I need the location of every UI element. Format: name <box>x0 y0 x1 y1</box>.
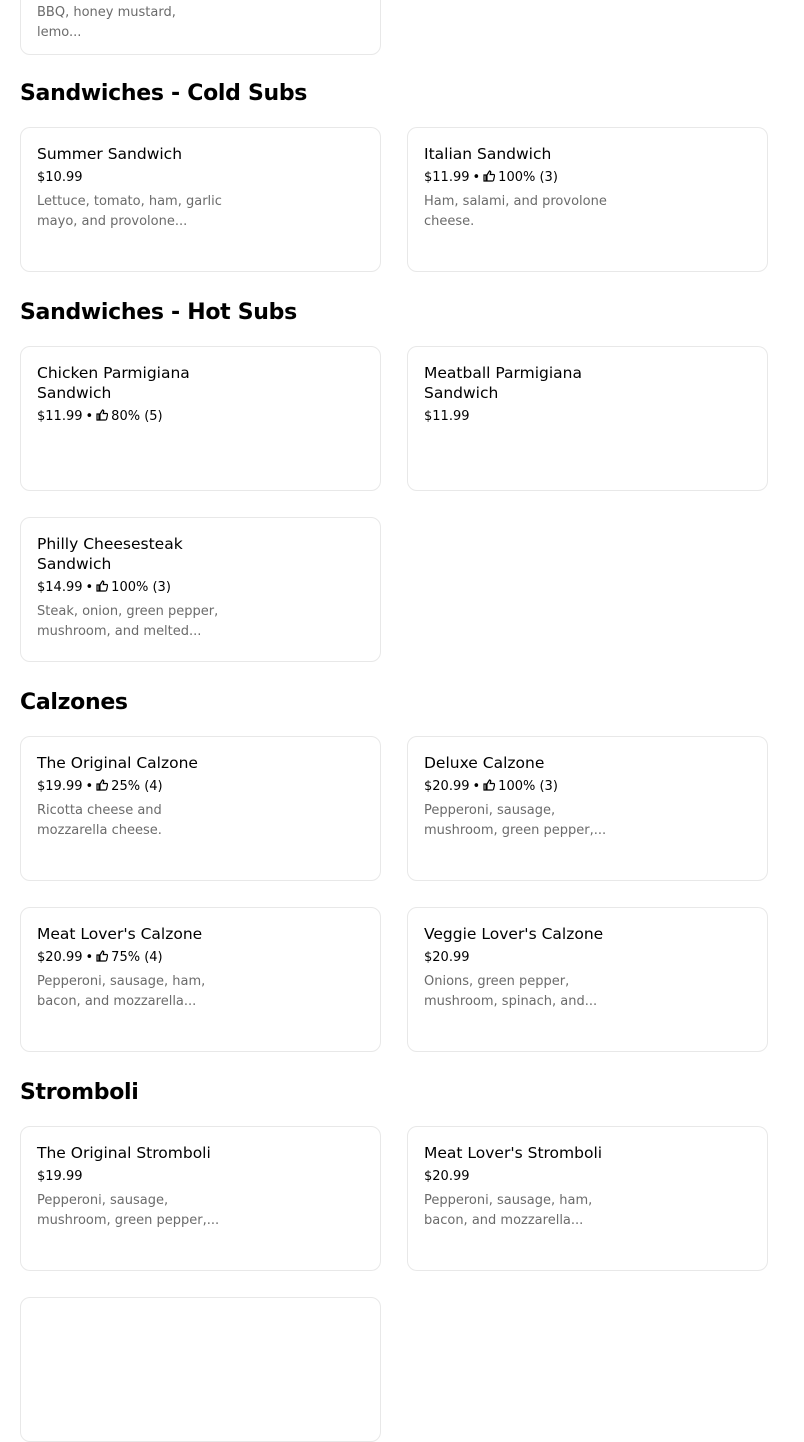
menu-item-italian-sandwich[interactable]: Italian Sandwich $11.99 • 100% (3) Ham, sa… <box>407 127 768 272</box>
separator-dot: • <box>85 580 94 595</box>
menu-item-rating: 100% (3) <box>111 580 171 595</box>
menu-item-description: Steak, onion, green pepper, mushroom, an… <box>37 604 219 639</box>
menu-item-name: Deluxe Calzone <box>424 754 545 772</box>
menu-item-veggie-lovers-calzone[interactable]: Veggie Lover's Calzone $20.99 Onions, gr… <box>407 907 768 1052</box>
menu-item-rating: 25% (4) <box>111 779 163 794</box>
menu-item-name: The Original Stromboli <box>37 1144 211 1162</box>
menu-item-price: $20.99 <box>424 779 470 794</box>
separator-dot: • <box>85 409 94 424</box>
menu-item-rating: 100% (3) <box>498 779 558 794</box>
menu-item-description: Pepperoni, sausage, mushroom, green pepp… <box>37 1193 220 1228</box>
menu-item-meta: $11.99 • 80% (5) <box>37 407 227 427</box>
thumbs-up-icon <box>96 579 109 592</box>
menu-item-meta: $20.99 • 100% (3) <box>424 777 614 797</box>
menu-item-meta: $20.99 • 75% (4) <box>37 948 227 968</box>
menu-item-name: Philly Cheesesteak Sandwich <box>37 535 183 573</box>
menu-item-description: Ricotta cheese and mozzarella cheese. <box>37 803 162 838</box>
menu-item-original-stromboli[interactable]: The Original Stromboli $19.99 Pepperoni,… <box>20 1126 381 1271</box>
section-title-hot-subs: Sandwiches - Hot Subs <box>20 300 297 325</box>
menu-item-meat-lovers-calzone[interactable]: Meat Lover's Calzone $20.99 • 75% (4) Pepp… <box>20 907 381 1052</box>
separator-dot: • <box>472 170 481 185</box>
menu-item-description: Ham, salami, and provolone cheese. <box>424 194 607 229</box>
separator-dot: • <box>85 950 94 965</box>
thumbs-up-icon <box>483 169 496 182</box>
menu-item-price: $19.99 <box>37 779 83 794</box>
separator-dot: • <box>472 779 481 794</box>
menu-item-meta: $20.99 <box>424 1167 614 1187</box>
menu-item-summer-sandwich[interactable]: Summer Sandwich $10.99 Lettuce, tomato, … <box>20 127 381 272</box>
separator-dot: • <box>85 779 94 794</box>
menu-item-rating: 100% (3) <box>498 170 558 185</box>
menu-item-meta: $14.99 • 100% (3) <box>37 578 227 598</box>
menu-item-meta: $11.99 <box>424 407 614 427</box>
menu-item-name: Chicken Parmigiana Sandwich <box>37 364 190 402</box>
menu-item-meta: $10.99 <box>37 168 227 188</box>
thumbs-up-icon <box>96 949 109 962</box>
menu-item-description: BBQ, honey mustard, lemo... <box>37 5 176 40</box>
menu-item-price: $20.99 <box>424 1169 470 1184</box>
menu-item-meta: $19.99 • 25% (4) <box>37 777 227 797</box>
menu-item-price: $11.99 <box>37 409 83 424</box>
menu-item-card[interactable]: BBQ, honey mustard, lemo... <box>20 0 381 55</box>
menu-item-name: Meatball Parmigiana Sandwich <box>424 364 582 402</box>
menu-item-price: $19.99 <box>37 1169 83 1184</box>
section-title-cold-subs: Sandwiches - Cold Subs <box>20 81 308 106</box>
menu-item-price: $20.99 <box>424 950 470 965</box>
menu-item-name: Meat Lover's Calzone <box>37 925 203 943</box>
menu-item-philly-cheesesteak-sandwich[interactable]: Philly Cheesesteak Sandwich $14.99 • 100% … <box>20 517 381 662</box>
menu-item-description: Pepperoni, sausage, ham, bacon, and mozz… <box>37 974 206 1009</box>
menu-item-description: Pepperoni, sausage, ham, bacon, and mozz… <box>424 1193 593 1228</box>
menu-item-name: Italian Sandwich <box>424 145 552 163</box>
menu-item-price: $20.99 <box>37 950 83 965</box>
menu-item-name: The Original Calzone <box>37 754 198 772</box>
section-title-stromboli: Stromboli <box>20 1080 139 1105</box>
menu-item-price: $14.99 <box>37 580 83 595</box>
menu-item-original-calzone[interactable]: The Original Calzone $19.99 • 25% (4) Rico… <box>20 736 381 881</box>
menu-item-meta: $20.99 <box>424 948 614 968</box>
menu-item-price: $11.99 <box>424 170 470 185</box>
section-title-calzones: Calzones <box>20 690 128 715</box>
menu-item-meat-lovers-stromboli[interactable]: Meat Lover's Stromboli $20.99 Pepperoni,… <box>407 1126 768 1271</box>
menu-item-name: Summer Sandwich <box>37 145 183 163</box>
menu-item-name: Meat Lover's Stromboli <box>424 1144 603 1162</box>
menu-item-description: Lettuce, tomato, ham, garlic mayo, and p… <box>37 194 222 229</box>
menu-item-description: Pepperoni, sausage, mushroom, green pepp… <box>424 803 607 838</box>
menu-item-rating: 80% (5) <box>111 409 163 424</box>
menu-item-description: Onions, green pepper, mushroom, spinach,… <box>424 974 598 1009</box>
thumbs-up-icon <box>96 778 109 791</box>
menu-item-meta: $19.99 <box>37 1167 227 1187</box>
thumbs-up-icon <box>483 778 496 791</box>
menu-item-price: $11.99 <box>424 409 470 424</box>
thumbs-up-icon <box>96 408 109 421</box>
menu-item-deluxe-calzone[interactable]: Deluxe Calzone $20.99 • 100% (3) Pepperoni… <box>407 736 768 881</box>
menu-item-name: Veggie Lover's Calzone <box>424 925 604 943</box>
menu-item-chicken-parmigiana-sandwich[interactable]: Chicken Parmigiana Sandwich $11.99 • 80% (… <box>20 346 381 491</box>
menu-item-meatball-parmigiana-sandwich[interactable]: Meatball Parmigiana Sandwich $11.99 <box>407 346 768 491</box>
menu-item-rating: 75% (4) <box>111 950 163 965</box>
menu-item-meta: $11.99 • 100% (3) <box>424 168 614 188</box>
menu-item-price: $10.99 <box>37 170 83 185</box>
